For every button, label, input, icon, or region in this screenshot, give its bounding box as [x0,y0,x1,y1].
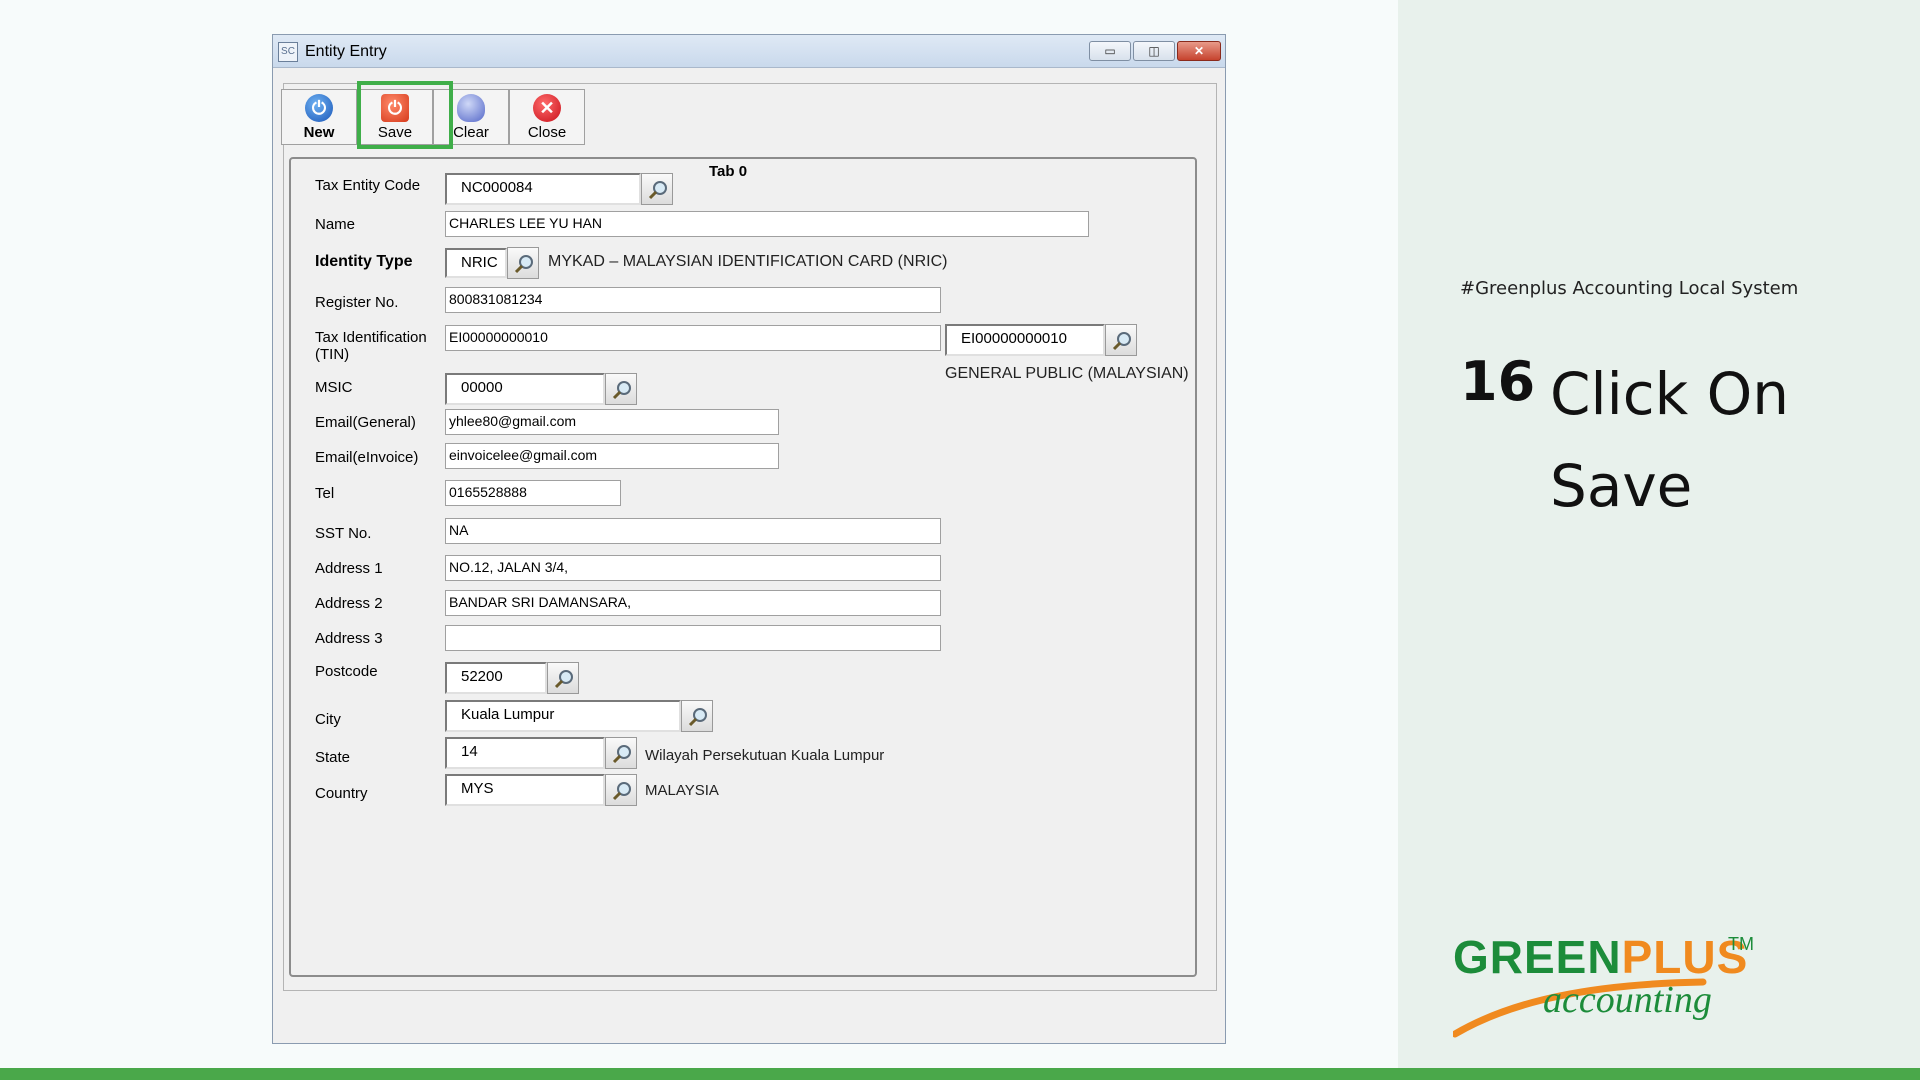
app-icon: SC [278,42,298,62]
bottom-accent-bar [0,1068,1920,1080]
msic-lookup-button[interactable] [605,373,637,405]
email-einvoice-label: Email(eInvoice) [315,449,419,466]
email-general-label: Email(General) [315,414,416,431]
state-label: State [315,749,351,766]
close-button-label: Close [527,124,567,141]
address2-input[interactable]: BANDAR SRI DAMANSARA, [445,590,941,616]
city-lookup-button[interactable] [681,700,713,732]
close-icon: ✕ [533,94,561,122]
hashtag-caption: #Greenplus Accounting Local System [1460,278,1799,299]
greenplus-logo: GREENPLUS TM accounting [1453,930,1754,1040]
name-label: Name [315,216,356,233]
address1-label: Address 1 [315,560,383,577]
state-description: Wilayah Persekutuan Kuala Lumpur [645,747,885,764]
maximize-button[interactable]: ◫ [1133,41,1175,61]
msic-label: MSIC [315,379,353,396]
country-description: MALAYSIA [645,782,719,799]
step-instruction: Click On Save [1550,360,1790,520]
postcode-input[interactable]: 52200 [445,662,547,694]
msic-input[interactable]: 00000 [445,373,605,405]
new-button[interactable]: ⏻ New [281,89,357,145]
tin-description: GENERAL PUBLIC (MALAYSIAN) [945,365,1189,382]
country-label: Country [315,785,368,802]
identity-type-description: MYKAD – MALAYSIAN IDENTIFICATION CARD (N… [548,253,948,270]
tin-label-line1: Tax Identification [315,329,427,346]
entity-entry-window: SC Entity Entry ▭ ◫ ✕ ⏻ New ⏻ Save Clear… [272,34,1226,1044]
postcode-label: Postcode [315,663,378,680]
tel-label: Tel [315,485,335,502]
tin-lookup-button[interactable] [1105,324,1137,356]
tax-entity-code-label: Tax Entity Code [315,177,421,194]
tel-input[interactable]: 0165528888 [445,480,621,506]
tax-entity-code-lookup-button[interactable] [641,173,673,205]
country-input[interactable]: MYS [445,774,605,806]
tin-label-line2: (TIN) [315,346,350,363]
sst-no-label: SST No. [315,525,372,542]
new-button-label: New [303,124,335,141]
power-icon: ⏻ [305,94,333,122]
tab-0[interactable]: Tab 0 [709,163,747,180]
step-number: 16 [1460,350,1536,413]
email-einvoice-input[interactable]: einvoicelee@gmail.com [445,443,779,469]
title-bar[interactable]: SC Entity Entry ▭ ◫ ✕ [273,35,1225,68]
state-lookup-button[interactable] [605,737,637,769]
address3-label: Address 3 [315,630,383,647]
register-no-input[interactable]: 800831081234 [445,287,941,313]
state-input[interactable]: 14 [445,737,605,769]
close-button[interactable]: ✕ Close [509,89,585,145]
sst-no-input[interactable]: NA [445,518,941,544]
email-general-input[interactable]: yhlee80@gmail.com [445,409,779,435]
country-lookup-button[interactable] [605,774,637,806]
minimize-button[interactable]: ▭ [1089,41,1131,61]
city-input[interactable]: Kuala Lumpur [445,700,681,732]
clear-icon [457,94,485,122]
window-title: Entity Entry [305,43,387,60]
window-close-button[interactable]: ✕ [1177,41,1221,61]
instruction-panel: #Greenplus Accounting Local System 16 Cl… [1398,0,1920,1068]
identity-type-label: Identity Type [315,253,413,270]
postcode-lookup-button[interactable] [547,662,579,694]
logo-accounting-text: accounting [1543,979,1712,1021]
register-no-label: Register No. [315,294,399,311]
tin-lookup-input[interactable]: EI00000000010 [945,324,1105,356]
save-highlight-box [357,81,453,149]
identity-type-lookup-button[interactable] [507,247,539,279]
tax-entity-code-input[interactable]: NC000084 [445,173,641,205]
name-input[interactable]: CHARLES LEE YU HAN [445,211,1089,237]
tin-input[interactable]: EI00000000010 [445,325,941,351]
city-label: City [315,711,341,728]
address3-input[interactable] [445,625,941,651]
address2-label: Address 2 [315,595,383,612]
identity-type-input[interactable]: NRIC [445,248,507,278]
address1-input[interactable]: NO.12, JALAN 3/4, [445,555,941,581]
logo-trademark: TM [1728,934,1754,954]
